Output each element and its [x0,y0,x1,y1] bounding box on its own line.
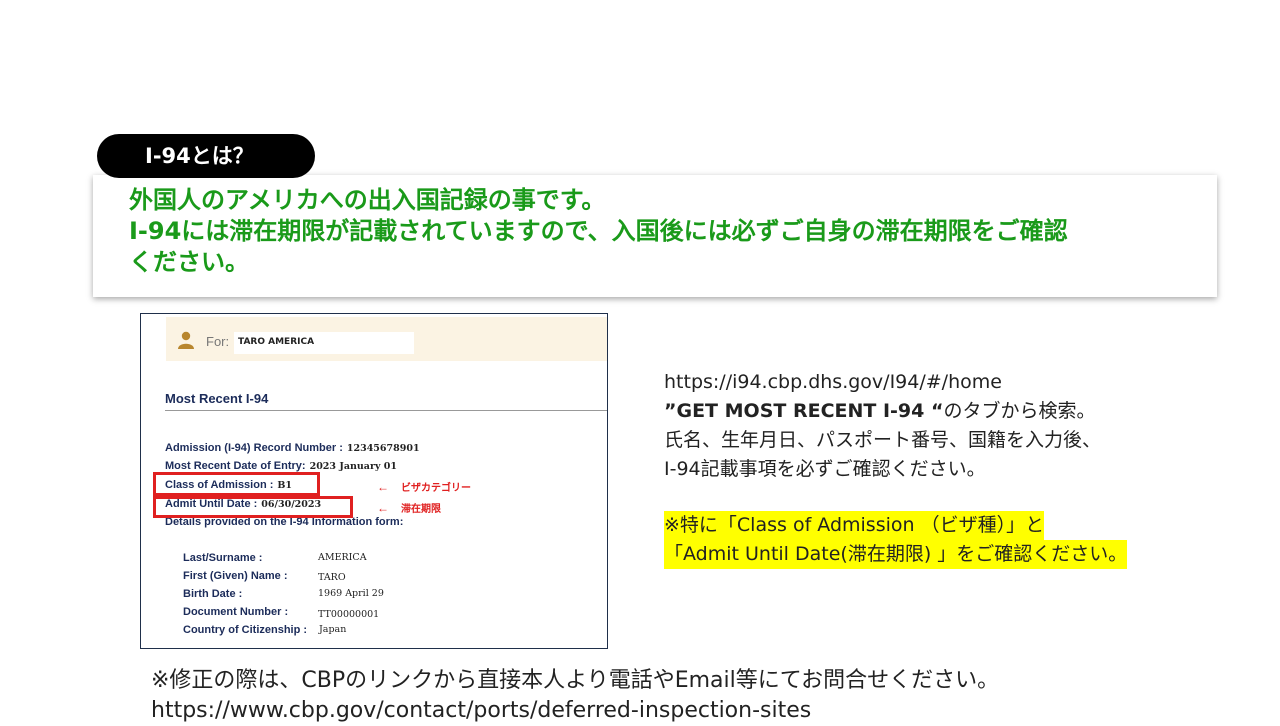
definition-line-3: ください。 [129,248,249,276]
admit-highlight-box [153,496,353,518]
cbp-contact-link[interactable]: https://www.cbp.gov/contact/ports/deferr… [151,696,999,726]
divider [165,410,607,411]
traveler-name-box: TARO AMERICA [234,332,414,354]
arrow-left-icon: ← [377,501,389,515]
traveler-name: TARO AMERICA [238,337,315,347]
arrow-left-icon: ← [377,480,389,494]
citizenship-value: Japan [319,624,347,635]
i94-site-link[interactable]: https://i94.cbp.dhs.gov/I94/#/home [664,368,1101,397]
section-title-pill: I-94とは？ [97,134,315,178]
tab-name: ”GET MOST RECENT I-94 “ [664,400,944,422]
document-number-value: TT00000001 [318,609,380,620]
citizenship-label: Country of Citizenship : [183,624,308,636]
entry-date-row: Most Recent Date of Entry: 2023 January 0… [165,460,397,472]
confirm-instruction: I-94記載事項を必ずご確認ください。 [664,458,986,480]
footer-line-1: ※修正の際は、CBPのリンクから直接本人より電話やEmail等にてお問合せくださ… [151,668,1000,693]
entry-date-label: Most Recent Date of Entry: [165,460,306,472]
document-number-label: Document Number : [183,606,289,618]
visa-category-text: ビザカテゴリー [401,483,471,494]
definition-line-1: 外国人のアメリカへの出入国記録の事です。 [129,186,606,214]
highlight-note: ※特に「Class of Admission （ビザ種）」と 「Admit Un… [664,511,1128,569]
surname-value: AMERICA [318,552,367,563]
entry-date-value: 2023 January 01 [309,461,397,472]
record-number-row: Admission (I-94) Record Number :12345678… [165,442,420,454]
most-recent-title: Most Recent I-94 [165,391,269,406]
given-name-value: TARO [318,572,346,583]
stay-limit-text: 滞在期限 [401,504,441,515]
highlight-line-1: ※特に「Class of Admission （ビザ種）」と [664,511,1045,540]
class-highlight-box [153,472,320,496]
footer-note: ※修正の際は、CBPのリンクから直接本人より電話やEmail等にてお問合せくださ… [151,666,999,726]
instructions: https://i94.cbp.dhs.gov/I94/#/home ”GET … [664,368,1101,484]
birth-date-label: Birth Date : [183,588,243,600]
input-instruction: 氏名、生年月日、パスポート番号、国籍を入力後、 [664,429,1102,451]
definition-card: 外国人のアメリカへの出入国記録の事です。 I-94には滞在期限が記載されています… [93,175,1217,297]
visa-category-note: ← ビザカテゴリー [377,479,471,494]
person-icon [178,331,194,349]
birth-date-value: 1969 April 29 [318,588,384,599]
tab-suffix: のタブから検索。 [943,400,1096,422]
record-number-label: Admission (I-94) Record Number : [165,442,343,454]
highlight-line-2: 「Admit Until Date(滞在期限) 」をご確認ください。 [664,540,1128,569]
record-number-value: 12345678901 [346,443,420,454]
given-name-label: First (Given) Name : [183,570,288,582]
stay-limit-note: ← 滞在期限 [377,500,441,515]
definition-line-2: I-94には滞在期限が記載されていますので、入国後には必ずご自身の滞在期限をご確… [129,217,1068,245]
i94-screenshot: For: TARO AMERICA Most Recent I-94 Admis… [140,313,608,649]
for-label: For: [206,334,230,349]
surname-label: Last/Surname : [183,552,263,564]
for-bar: For: TARO AMERICA [166,317,607,361]
tab-instruction: ”GET MOST RECENT I-94 “のタブから検索。 [664,397,1101,426]
